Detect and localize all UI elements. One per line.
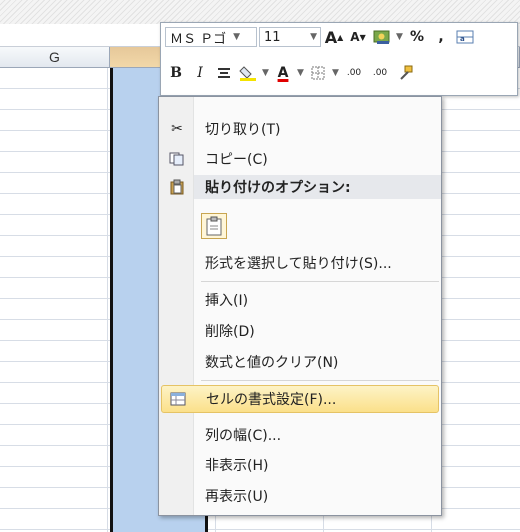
- currency-icon[interactable]: [371, 26, 393, 48]
- chevron-down-icon: ▼: [233, 32, 241, 42]
- menu-item-cut[interactable]: ✂ 切り取り(T): [161, 115, 439, 143]
- svg-text:a: a: [460, 35, 465, 43]
- chevron-down-icon: ▼: [310, 32, 317, 42]
- column-header-g[interactable]: G: [0, 47, 110, 68]
- menu-separator: [201, 281, 439, 282]
- menu-item-label: 数式と値のクリア(N): [205, 355, 339, 371]
- italic-button[interactable]: I: [189, 62, 211, 84]
- chevron-down-icon[interactable]: ▼: [395, 32, 404, 42]
- menu-item-label: 再表示(U): [205, 489, 269, 505]
- menu-item-label: 挿入(I): [205, 293, 249, 309]
- menu-item-label: 非表示(H): [205, 458, 269, 474]
- comma-button[interactable]: ,: [430, 26, 452, 48]
- fill-color-icon[interactable]: [237, 62, 259, 84]
- format-cells-icon: [162, 391, 194, 407]
- chevron-down-icon[interactable]: ▼: [331, 68, 340, 78]
- scissors-icon: ✂: [171, 121, 183, 137]
- menu-item-copy[interactable]: コピー(C): [161, 145, 439, 173]
- menu-item-clear[interactable]: 数式と値のクリア(N): [161, 348, 439, 376]
- paste-button[interactable]: [201, 213, 227, 239]
- menu-item-label: セルの書式設定(F)...: [206, 392, 337, 408]
- column-header-g-label: G: [49, 49, 60, 65]
- merge-center-icon[interactable]: a: [454, 26, 476, 48]
- menu-item-label: コピー(C): [205, 152, 268, 168]
- borders-icon[interactable]: [307, 62, 329, 84]
- menu-item-delete[interactable]: 削除(D): [161, 317, 439, 345]
- font-size-combo[interactable]: 11 ▼: [259, 27, 321, 47]
- menu-item-format-cells[interactable]: セルの書式設定(F)...: [161, 385, 439, 413]
- menu-item-column-width[interactable]: 列の幅(C)...: [161, 421, 439, 449]
- clipboard-icon: [161, 179, 193, 195]
- align-center-icon[interactable]: [213, 62, 235, 84]
- menu-item-unhide[interactable]: 再表示(U): [161, 482, 439, 510]
- increase-decimal-button[interactable]: .00: [342, 62, 366, 84]
- menu-item-hide[interactable]: 非表示(H): [161, 451, 439, 479]
- chevron-down-icon[interactable]: ▼: [296, 68, 305, 78]
- font-size-value: 11: [264, 29, 281, 45]
- font-name-value: ＭＳ Ｐゴ: [170, 31, 227, 47]
- chevron-down-icon[interactable]: ▼: [261, 68, 270, 78]
- context-menu: ✂ 切り取り(T) コピー(C) 貼り付けのオプション: 形式を選択して貼り付け…: [158, 96, 442, 516]
- paste-options-header: 貼り付けのオプション:: [161, 173, 439, 201]
- menu-item-label: 列の幅(C)...: [205, 428, 282, 444]
- copy-icon: [161, 152, 193, 166]
- menu-item-label: 形式を選択して貼り付け(S)...: [205, 256, 392, 272]
- font-color-button[interactable]: A: [272, 62, 294, 84]
- format-painter-icon[interactable]: [394, 62, 416, 84]
- menu-separator: [201, 380, 439, 381]
- font-name-combo[interactable]: ＭＳ Ｐゴ ▼: [165, 27, 257, 47]
- paste-icon: [206, 216, 222, 236]
- menu-item-insert[interactable]: 挿入(I): [161, 286, 439, 314]
- bold-button[interactable]: B: [165, 62, 187, 84]
- grow-font-button[interactable]: A ▲: [323, 26, 345, 48]
- menu-item-label: 貼り付けのオプション:: [205, 180, 351, 196]
- menu-item-paste-special[interactable]: 形式を選択して貼り付け(S)...: [161, 249, 439, 277]
- percent-button[interactable]: %: [406, 26, 428, 48]
- menu-item-label: 切り取り(T): [205, 122, 281, 138]
- decrease-decimal-button[interactable]: .00: [368, 62, 392, 84]
- shrink-font-button[interactable]: A ▼: [347, 26, 369, 48]
- mini-toolbar: ＭＳ Ｐゴ ▼ 11 ▼ A ▲ A ▼ ▼ % , a B I ▼ A ▼ ▼ .00…: [160, 22, 518, 96]
- menu-item-label: 削除(D): [205, 324, 255, 340]
